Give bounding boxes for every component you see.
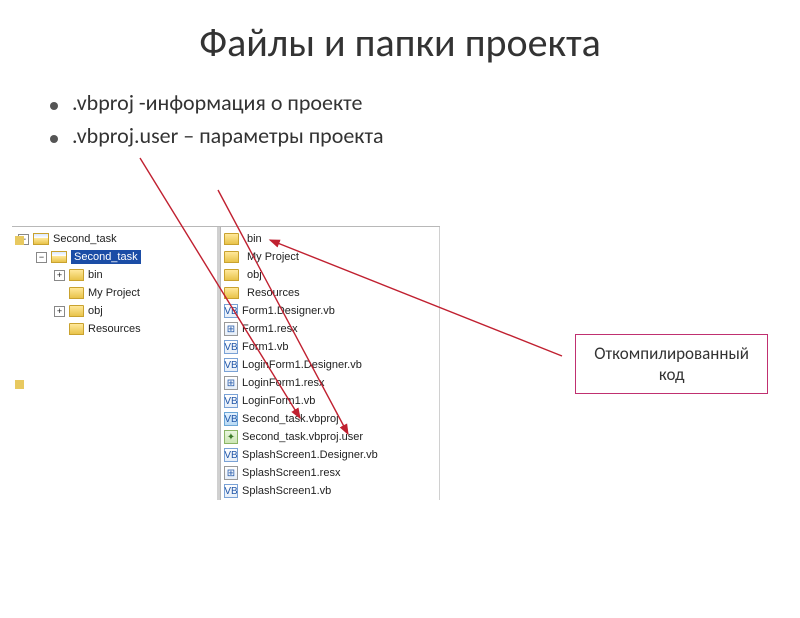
list-item[interactable]: ⊞ LoginForm1.resx — [221, 374, 439, 392]
tree-row[interactable]: − Second_task — [12, 230, 217, 248]
folder-icon — [69, 287, 84, 299]
list-item[interactable]: VB SplashScreen1.vb — [221, 482, 439, 500]
file-name: SplashScreen1.resx — [242, 467, 340, 479]
tree-label: obj — [88, 305, 103, 317]
resx-file-icon: ⊞ — [224, 322, 238, 336]
file-name: LoginForm1.vb — [242, 395, 315, 407]
tree-row[interactable]: Resources — [12, 320, 217, 338]
file-name: LoginForm1.resx — [242, 377, 325, 389]
folder-icon — [69, 269, 84, 281]
resx-file-icon: ⊞ — [224, 466, 238, 480]
folder-icon — [69, 305, 84, 317]
vbproj-user-file-icon: ✦ — [224, 430, 238, 444]
tree-label: bin — [88, 269, 103, 281]
file-name: My Project — [247, 251, 299, 263]
file-name: Resources — [247, 287, 300, 299]
tree-label: Second_task — [53, 233, 117, 245]
file-name: LoginForm1.Designer.vb — [242, 359, 362, 371]
vb-file-icon: VB — [224, 340, 238, 354]
list-item[interactable]: ⊞ Form1.resx — [221, 320, 439, 338]
bullet-text: .vbproj.user – параметры проекта — [72, 122, 384, 149]
tree-label: My Project — [88, 287, 140, 299]
callout-compiled-code: Откомпилированный код — [575, 334, 768, 394]
file-name: bin — [247, 233, 262, 245]
vb-file-icon: VB — [224, 358, 238, 372]
list-item[interactable]: VB SplashScreen1.Designer.vb — [221, 446, 439, 464]
bullet-item: .vbproj -информация о проекте — [50, 89, 800, 116]
tree-label: Second_task — [71, 250, 141, 264]
decorative-dot — [15, 236, 24, 245]
slide-title: Файлы и папки проекта — [0, 18, 800, 67]
expand-icon[interactable]: + — [54, 306, 65, 317]
folder-icon — [224, 269, 239, 281]
expand-icon[interactable]: + — [54, 270, 65, 281]
list-item[interactable]: My Project — [221, 248, 439, 266]
vbproj-file-icon: VB — [224, 412, 238, 426]
vb-file-icon: VB — [224, 484, 238, 498]
bullet-list: .vbproj -информация о проекте .vbproj.us… — [50, 89, 800, 149]
file-name: SplashScreen1.vb — [242, 485, 331, 497]
tree-row[interactable]: + bin — [12, 266, 217, 284]
file-list-pane[interactable]: bin My Project obj Resources VB Form1.Des… — [220, 227, 440, 500]
file-name: SplashScreen1.Designer.vb — [242, 449, 378, 461]
bullet-text: .vbproj -информация о проекте — [72, 89, 362, 116]
vb-file-icon: VB — [224, 304, 238, 318]
list-item[interactable]: VB Form1.vb — [221, 338, 439, 356]
callout-line: код — [594, 364, 749, 385]
collapse-icon[interactable]: − — [36, 252, 47, 263]
folder-open-icon — [51, 251, 67, 263]
tree-label: Resources — [88, 323, 141, 335]
folder-icon — [69, 323, 84, 335]
tree-row[interactable]: My Project — [12, 284, 217, 302]
file-name: Form1.vb — [242, 341, 288, 353]
file-name: Form1.Designer.vb — [242, 305, 335, 317]
file-name: Form1.resx — [242, 323, 298, 335]
file-name: Second_task.vbproj.user — [242, 431, 363, 443]
list-item[interactable]: obj — [221, 266, 439, 284]
vb-file-icon: VB — [224, 448, 238, 462]
decorative-dot — [15, 380, 24, 389]
folder-icon — [224, 251, 239, 263]
list-item[interactable]: VB Form1.Designer.vb — [221, 302, 439, 320]
callout-line: Откомпилированный — [594, 343, 749, 364]
list-item[interactable]: ⊞ SplashScreen1.resx — [221, 464, 439, 482]
file-explorer: − Second_task − Second_task + bin My Pro… — [12, 226, 440, 500]
list-item-vbproj[interactable]: VB Second_task.vbproj — [221, 410, 439, 428]
tree-row-selected[interactable]: − Second_task — [12, 248, 217, 266]
folder-icon — [224, 233, 239, 245]
list-item-vbproj-user[interactable]: ✦ Second_task.vbproj.user — [221, 428, 439, 446]
list-item[interactable]: Resources — [221, 284, 439, 302]
file-name: obj — [247, 269, 262, 281]
list-item[interactable]: VB LoginForm1.vb — [221, 392, 439, 410]
resx-file-icon: ⊞ — [224, 376, 238, 390]
bullet-dot-icon — [50, 102, 58, 110]
bullet-item: .vbproj.user – параметры проекта — [50, 122, 800, 149]
folder-tree-pane[interactable]: − Second_task − Second_task + bin My Pro… — [12, 227, 220, 500]
vb-file-icon: VB — [224, 394, 238, 408]
bullet-dot-icon — [50, 135, 58, 143]
tree-row[interactable]: + obj — [12, 302, 217, 320]
file-name: Second_task.vbproj — [242, 413, 339, 425]
folder-open-icon — [33, 233, 49, 245]
list-item[interactable]: bin — [221, 230, 439, 248]
list-item[interactable]: VB LoginForm1.Designer.vb — [221, 356, 439, 374]
folder-icon — [224, 287, 239, 299]
